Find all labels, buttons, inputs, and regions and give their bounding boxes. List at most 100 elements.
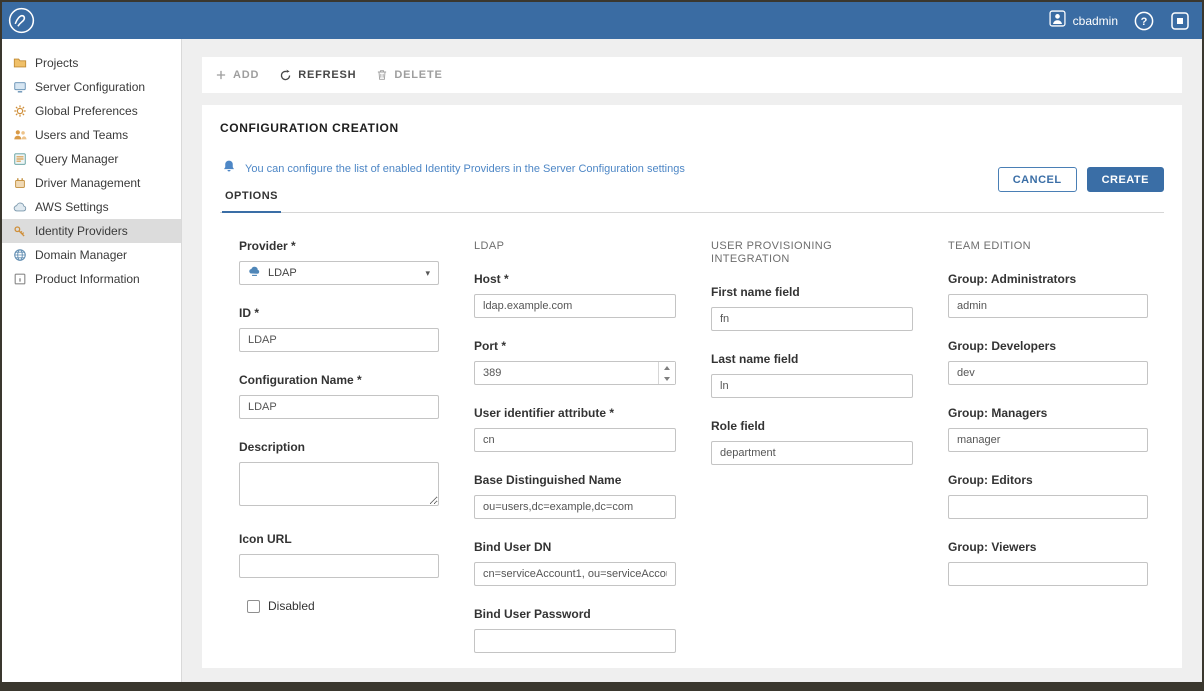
info-bell-icon (222, 159, 236, 178)
sidebar-item-label: Global Preferences (35, 104, 138, 118)
host-input[interactable] (474, 294, 676, 318)
group-administrators-input[interactable] (948, 294, 1148, 318)
panel-title: CONFIGURATION CREATION (220, 121, 1164, 135)
field-group-viewers: Group: Viewers (948, 540, 1148, 586)
group-managers-label: Group: Managers (948, 406, 1148, 420)
add-button[interactable]: ADD (215, 69, 259, 81)
sidebar-item-driver-management[interactable]: Driver Management (2, 171, 181, 195)
provider-label: Provider * (239, 239, 439, 253)
field-id: ID * (239, 306, 439, 352)
delete-button[interactable]: DELETE (376, 69, 442, 81)
create-button[interactable]: CREATE (1087, 167, 1164, 192)
bind-user-password-input[interactable] (474, 629, 676, 653)
field-group-managers: Group: Managers (948, 406, 1148, 452)
panel-actions: CANCEL CREATE (998, 167, 1164, 192)
group-editors-label: Group: Editors (948, 473, 1148, 487)
window-bottom-border (2, 682, 1202, 689)
last-name-field-input[interactable] (711, 374, 913, 398)
configuration-creation-panel: CONFIGURATION CREATION You can configure… (202, 105, 1182, 668)
sidebar-item-product-information[interactable]: Product Information (2, 267, 181, 291)
provisioning-column: USER PROVISIONING INTEGRATION First name… (711, 239, 913, 486)
toolbar: ADD REFRESH DELETE (202, 57, 1182, 93)
chevron-up-icon (664, 366, 670, 370)
description-textarea[interactable] (239, 462, 439, 506)
field-host: Host * (474, 272, 676, 318)
field-base-distinguished-name: Base Distinguished Name (474, 473, 676, 519)
configuration-form: Provider * LDAP ▾ ID * (220, 239, 1164, 668)
base-distinguished-name-input[interactable] (474, 495, 676, 519)
sidebar-item-label: Domain Manager (35, 248, 127, 262)
role-field-input[interactable] (711, 441, 913, 465)
sidebar-item-domain-manager[interactable]: Domain Manager (2, 243, 181, 267)
sidebar-item-projects[interactable]: Projects (2, 51, 181, 75)
field-last-name: Last name field (711, 352, 913, 398)
user-identifier-attribute-input[interactable] (474, 428, 676, 452)
gear-icon (12, 104, 27, 119)
group-viewers-label: Group: Viewers (948, 540, 1148, 554)
disabled-checkbox[interactable] (247, 600, 260, 613)
field-bind-user-dn: Bind User DN (474, 540, 676, 586)
chevron-down-icon: ▾ (425, 268, 430, 279)
sidebar-item-global-preferences[interactable]: Global Preferences (2, 99, 181, 123)
id-input[interactable] (239, 328, 439, 352)
first-name-field-label: First name field (711, 285, 913, 299)
bind-user-dn-input[interactable] (474, 562, 676, 586)
sidebar-item-users-and-teams[interactable]: Users and Teams (2, 123, 181, 147)
id-label: ID * (239, 306, 439, 320)
first-name-field-input[interactable] (711, 307, 913, 331)
refresh-button[interactable]: REFRESH (279, 69, 356, 82)
group-managers-input[interactable] (948, 428, 1148, 452)
user-identifier-attribute-label: User identifier attribute * (474, 406, 676, 420)
sidebar-item-query-manager[interactable]: Query Manager (2, 147, 181, 171)
field-description: Description (239, 440, 439, 511)
icon-url-input[interactable] (239, 554, 439, 578)
sidebar-item-label: Projects (35, 56, 78, 70)
tab-options[interactable]: OPTIONS (222, 190, 281, 213)
team-edition-section-title: TEAM EDITION (948, 240, 1148, 253)
host-label: Host * (474, 272, 676, 286)
sidebar-item-identity-providers[interactable]: Identity Providers (2, 219, 181, 243)
port-input[interactable] (474, 361, 676, 385)
users-icon (12, 128, 27, 143)
last-name-field-label: Last name field (711, 352, 913, 366)
port-stepper-down[interactable] (659, 373, 675, 384)
server-configuration-icon (12, 80, 27, 95)
app-window: cbadmin ? Projects (0, 0, 1204, 691)
cancel-button[interactable]: CANCEL (998, 167, 1077, 192)
ldap-section-title: LDAP (474, 240, 676, 253)
main-content: ADD REFRESH DELETE CONFIGURATION CREATIO… (182, 39, 1202, 682)
trash-icon (376, 69, 388, 81)
sidebar: Projects Server Configuration Global Pre… (2, 39, 182, 682)
provider-select[interactable]: LDAP ▾ (239, 261, 439, 285)
general-column: Provider * LDAP ▾ ID * (239, 239, 439, 613)
refresh-button-label: REFRESH (298, 69, 356, 81)
field-group-administrators: Group: Administrators (948, 272, 1148, 318)
provisioning-section-title: USER PROVISIONING INTEGRATION (711, 240, 913, 266)
info-message-text: You can configure the list of enabled Id… (245, 163, 685, 175)
sidebar-item-label: Users and Teams (35, 128, 128, 142)
help-button[interactable]: ? (1134, 11, 1154, 31)
settings-button[interactable] (1170, 11, 1190, 31)
role-field-label: Role field (711, 419, 913, 433)
sidebar-item-label: Query Manager (35, 152, 118, 166)
bind-user-password-label: Bind User Password (474, 607, 676, 621)
info-icon (12, 272, 27, 287)
app-logo-icon (8, 7, 35, 34)
tab-bar: OPTIONS (220, 190, 1164, 213)
user-menu-button[interactable]: cbadmin (1049, 10, 1118, 32)
cloud-icon (12, 200, 27, 215)
group-viewers-input[interactable] (948, 562, 1148, 586)
port-stepper-up[interactable] (659, 362, 675, 373)
sidebar-item-server-configuration[interactable]: Server Configuration (2, 75, 181, 99)
group-editors-input[interactable] (948, 495, 1148, 519)
configuration-name-input[interactable] (239, 395, 439, 419)
port-stepper[interactable] (658, 362, 675, 384)
add-button-label: ADD (233, 69, 259, 81)
username-label: cbadmin (1073, 14, 1118, 28)
group-developers-input[interactable] (948, 361, 1148, 385)
group-developers-label: Group: Developers (948, 339, 1148, 353)
field-group-developers: Group: Developers (948, 339, 1148, 385)
base-distinguished-name-label: Base Distinguished Name (474, 473, 676, 487)
sidebar-item-aws-settings[interactable]: AWS Settings (2, 195, 181, 219)
field-user-identifier-attribute: User identifier attribute * (474, 406, 676, 452)
